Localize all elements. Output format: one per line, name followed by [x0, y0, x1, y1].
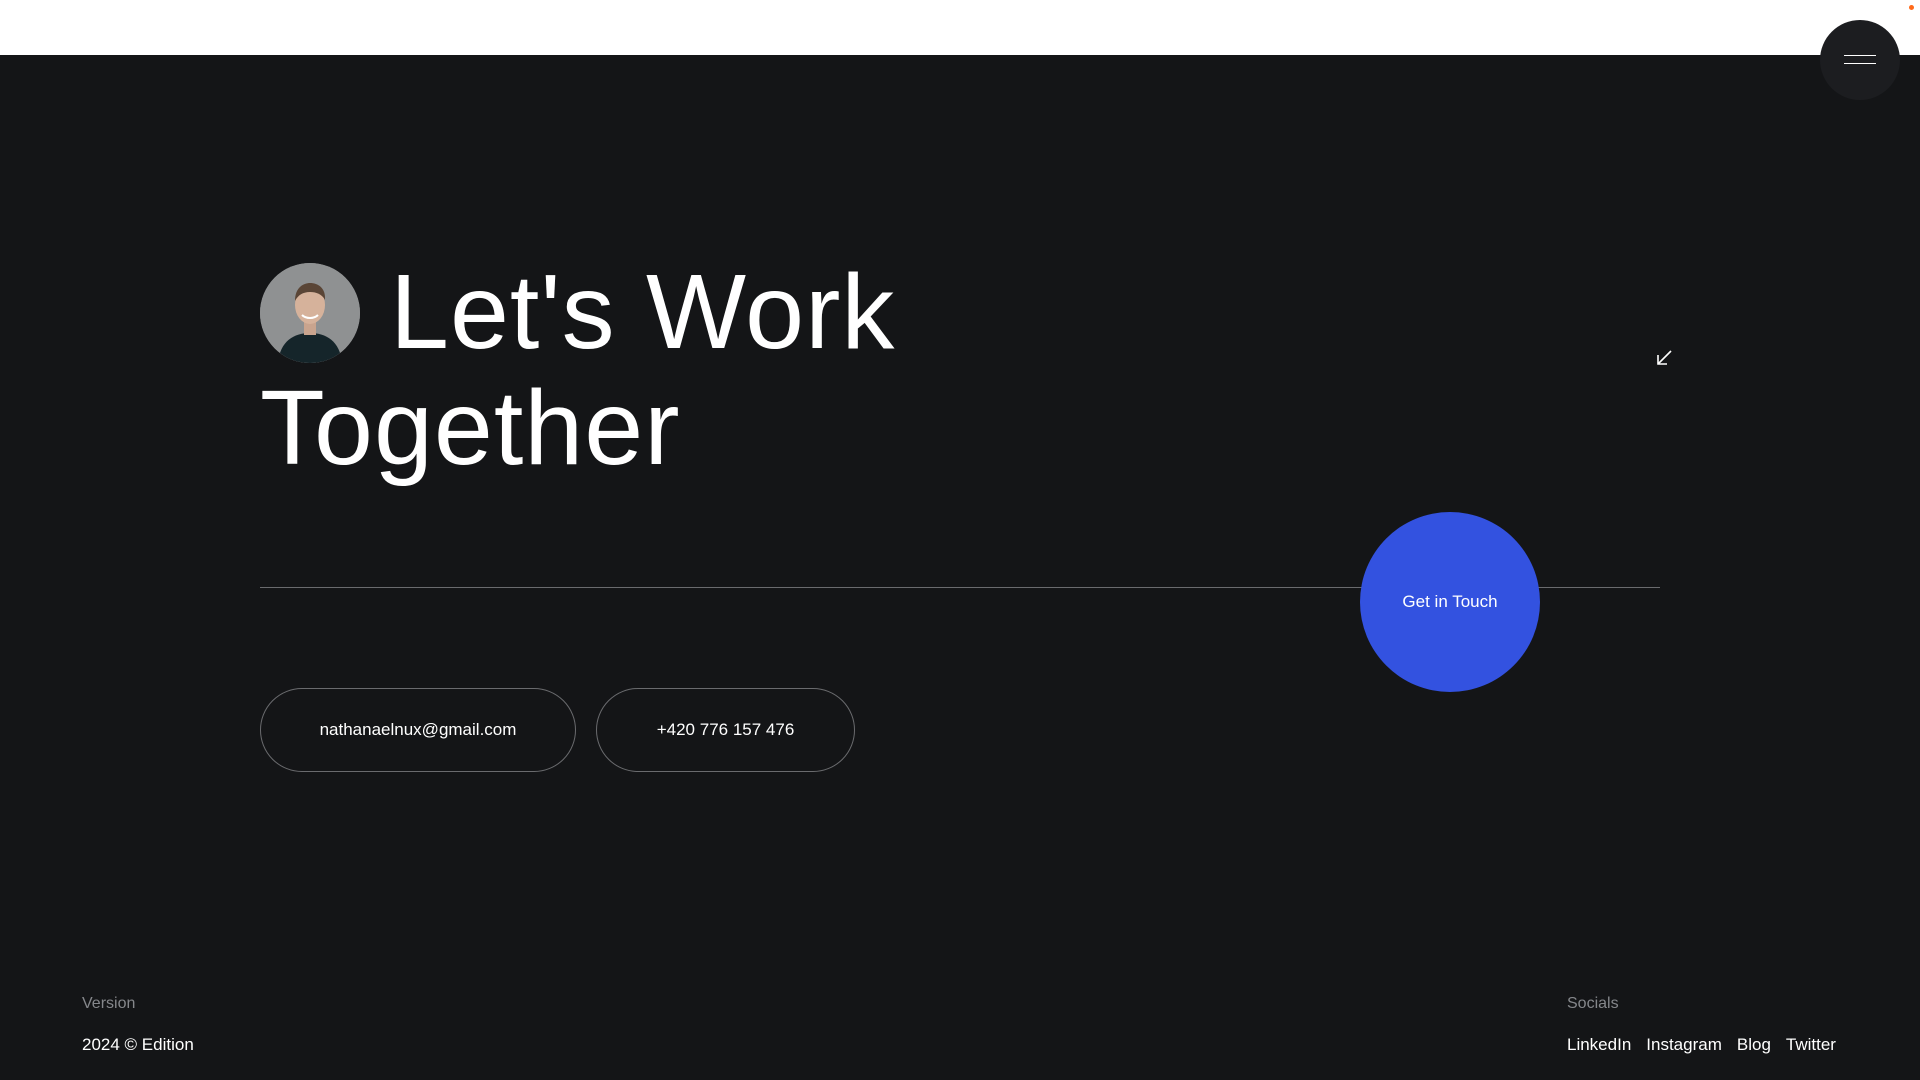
title-line-2: Together [260, 369, 681, 487]
email-button[interactable]: nathanaelnux@gmail.com [260, 688, 576, 772]
social-link-twitter[interactable]: Twitter [1786, 1035, 1836, 1055]
version-label: Version [82, 995, 136, 1012]
page-title: Let's Work Together [260, 254, 1160, 486]
menu-button[interactable] [1820, 20, 1900, 100]
social-link-instagram[interactable]: Instagram [1646, 1035, 1722, 1055]
socials-label: Socials [1567, 995, 1619, 1012]
contact-section [0, 55, 1920, 1080]
social-link-linkedin[interactable]: LinkedIn [1567, 1035, 1631, 1055]
top-strip [0, 0, 1920, 55]
version-value: 2024 © Edition [82, 1035, 194, 1054]
socials-links: LinkedIn Instagram Blog Twitter [1567, 1035, 1836, 1055]
get-in-touch-button[interactable]: Get in Touch [1360, 512, 1540, 692]
phone-button[interactable]: +420 776 157 476 [596, 688, 855, 772]
arrow-down-left-icon [1657, 350, 1672, 365]
social-link-blog[interactable]: Blog [1737, 1035, 1771, 1055]
status-dot [1909, 5, 1914, 10]
title-line-1: Let's Work [390, 253, 896, 371]
hamburger-menu-icon [1844, 55, 1876, 65]
